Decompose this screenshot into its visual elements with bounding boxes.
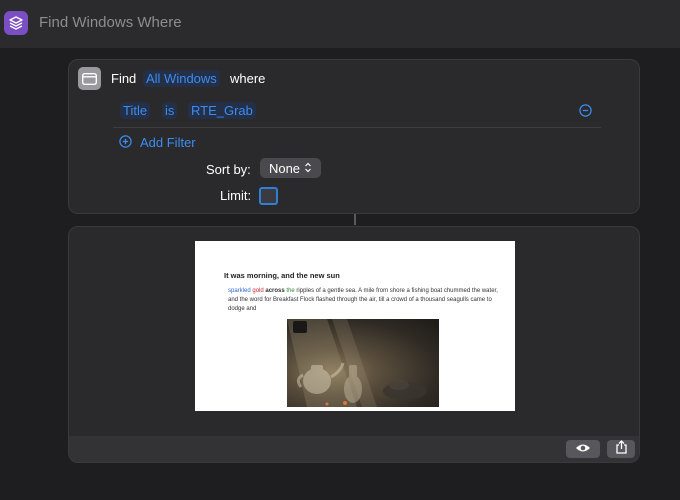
window-title: Find Windows Where: [39, 14, 182, 31]
add-filter-button[interactable]: Add Filter: [140, 135, 196, 150]
find-label: Find: [111, 71, 137, 86]
teapot-photo: [287, 319, 439, 407]
remove-filter-icon[interactable]: [579, 104, 592, 117]
doc-paragraph: sparkled gold across the ripples of a ge…: [228, 287, 498, 314]
result-footer: [69, 436, 639, 462]
window-preview-image: It was morning, and the new sun sparkled…: [195, 241, 515, 411]
filter-value-token[interactable]: RTE_Grab: [188, 102, 256, 119]
sort-by-value: None: [268, 160, 301, 176]
title-bar: Find Windows Where: [0, 0, 680, 48]
doc-heading: It was morning, and the new sun: [224, 271, 340, 280]
filter-divider: [113, 127, 601, 128]
add-filter-icon[interactable]: [119, 135, 132, 148]
action-connector: [354, 214, 356, 225]
limit-toggle[interactable]: [259, 187, 278, 205]
find-windows-action-card: Find All Windows where Title is RTE_Grab…: [68, 59, 640, 214]
doc-word-across: across: [265, 288, 285, 294]
doc-word-gold: gold: [252, 288, 264, 294]
result-preview-card: It was morning, and the new sun sparkled…: [68, 226, 640, 463]
doc-word-sparkled: sparkled: [228, 288, 251, 294]
sort-by-label: Sort by:: [206, 162, 251, 177]
eye-icon: [575, 440, 591, 458]
shortcuts-app-icon: [4, 11, 28, 35]
where-label: where: [230, 71, 266, 86]
filter-operator-token[interactable]: is: [162, 102, 178, 119]
filter-property-token[interactable]: Title: [120, 102, 151, 119]
doc-word-the: the: [286, 288, 295, 294]
sort-by-popup[interactable]: None: [260, 158, 321, 178]
window-icon: [78, 67, 101, 90]
limit-label: Limit:: [220, 188, 252, 203]
chevron-updown-icon: [304, 161, 312, 176]
share-button[interactable]: [607, 439, 635, 459]
target-token[interactable]: All Windows: [143, 70, 220, 87]
share-icon: [615, 439, 627, 459]
preview-button[interactable]: [566, 440, 600, 458]
